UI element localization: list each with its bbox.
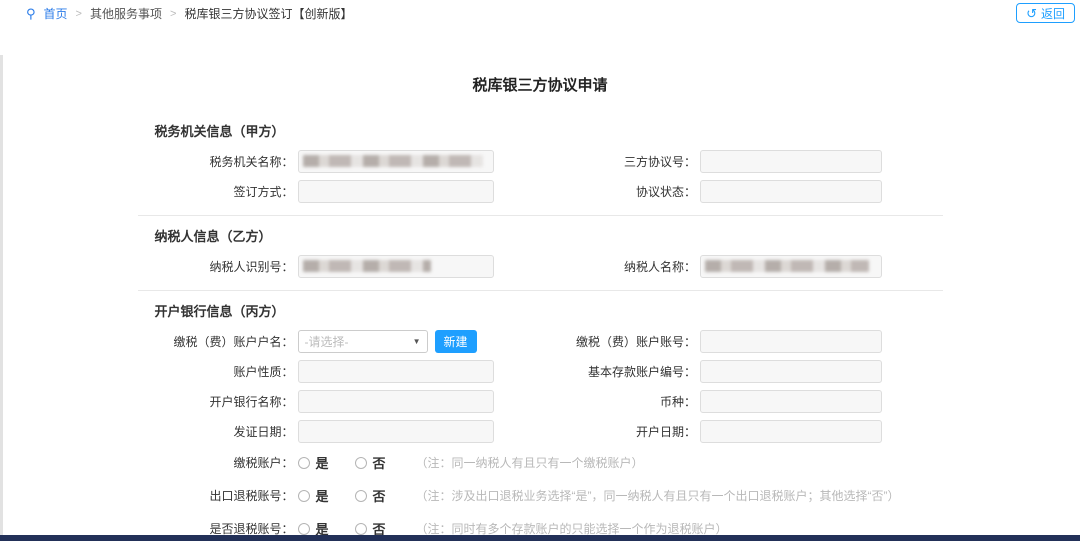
radio-icon[interactable]	[298, 490, 310, 502]
account-nature-input[interactable]	[298, 360, 494, 383]
section-title-tax-authority: 税务机关信息（甲方）	[153, 111, 928, 146]
back-button-top-label: 返回	[1041, 5, 1065, 22]
agreement-no-label: 三方协议号：	[540, 153, 700, 170]
tax-authority-name-label: 税务机关名称：	[153, 153, 298, 170]
radio-icon[interactable]	[355, 523, 367, 535]
tax-payment-account-no[interactable]: 否	[355, 453, 386, 472]
breadcrumb-separator: >	[76, 8, 82, 20]
agreement-no-input[interactable]	[700, 150, 882, 173]
payment-account-no-input[interactable]	[700, 330, 882, 353]
radio-icon[interactable]	[298, 457, 310, 469]
taxpayer-name-label: 纳税人名称：	[540, 258, 700, 275]
export-refund-account-yes[interactable]: 是	[298, 486, 329, 505]
chevron-down-icon: ▼	[413, 337, 421, 346]
open-date-input[interactable]	[700, 420, 882, 443]
back-button-top[interactable]: ↺ 返回	[1016, 3, 1075, 23]
radio-icon[interactable]	[355, 457, 367, 469]
agreement-status-label: 协议状态：	[540, 183, 700, 200]
page-title: 税库银三方协议申请	[153, 27, 928, 111]
taxpayer-id-input[interactable]	[298, 255, 494, 278]
radio-icon[interactable]	[355, 490, 367, 502]
radio-label-no: 否	[373, 486, 386, 505]
signing-method-label: 签订方式：	[153, 183, 298, 200]
open-date-label: 开户日期：	[540, 423, 700, 440]
account-nature-label: 账户性质：	[153, 363, 298, 380]
taxpayer-id-label: 纳税人识别号：	[153, 258, 298, 275]
redacted-value	[303, 155, 483, 167]
tax-authority-name-input[interactable]	[298, 150, 494, 173]
tax-payment-account-label: 缴税账户：	[153, 454, 298, 471]
payment-account-no-label: 缴税（费）账户账号：	[540, 333, 700, 350]
breadcrumb-current: 税库银三方协议签订【创新版】	[184, 5, 352, 22]
export-refund-account-note: （注：涉及出口退税业务选择“是”，同一纳税人有且只有一个出口退税账户；其他选择“…	[416, 487, 900, 504]
export-refund-account-no[interactable]: 否	[355, 486, 386, 505]
radio-label-no: 否	[373, 453, 386, 472]
radio-label-yes: 是	[316, 453, 329, 472]
signing-method-input[interactable]	[298, 180, 494, 203]
radio-label-yes: 是	[316, 486, 329, 505]
tax-payment-account-yes[interactable]: 是	[298, 453, 329, 472]
basic-deposit-account-no-label: 基本存款账户编号：	[540, 363, 700, 380]
section-title-taxpayer: 纳税人信息（乙方）	[153, 216, 928, 251]
redacted-value	[705, 260, 869, 272]
location-pin-icon: ⚲	[26, 6, 36, 22]
radio-icon[interactable]	[298, 523, 310, 535]
currency-input[interactable]	[700, 390, 882, 413]
page-edge-strip	[0, 55, 3, 535]
new-account-button[interactable]: 新建	[435, 330, 477, 353]
bottom-bar	[0, 535, 1080, 541]
bank-name-label: 开户银行名称：	[153, 393, 298, 410]
issue-date-input[interactable]	[298, 420, 494, 443]
tax-payment-account-note: （注：同一纳税人有且只有一个缴税账户）	[416, 454, 644, 471]
select-placeholder: -请选择-	[305, 333, 349, 350]
issue-date-label: 发证日期：	[153, 423, 298, 440]
breadcrumb-other-services[interactable]: 其他服务事项	[90, 5, 162, 22]
taxpayer-name-input[interactable]	[700, 255, 882, 278]
export-refund-account-label: 出口退税账号：	[153, 487, 298, 504]
basic-deposit-account-no-input[interactable]	[700, 360, 882, 383]
payment-account-name-label: 缴税（费）账户户名：	[153, 333, 298, 350]
redacted-value	[303, 260, 431, 272]
breadcrumb-home[interactable]: 首页	[44, 5, 68, 22]
currency-label: 币种：	[540, 393, 700, 410]
agreement-status-input[interactable]	[700, 180, 882, 203]
breadcrumb-separator: >	[170, 8, 176, 20]
payment-account-name-select[interactable]: -请选择- ▼	[298, 330, 428, 353]
section-title-bank: 开户银行信息（丙方）	[153, 291, 928, 326]
back-arrow-icon: ↺	[1026, 7, 1037, 20]
bank-name-input[interactable]	[298, 390, 494, 413]
breadcrumb: ⚲ 首页 > 其他服务事项 > 税库银三方协议签订【创新版】 ↺ 返回	[0, 0, 1080, 27]
